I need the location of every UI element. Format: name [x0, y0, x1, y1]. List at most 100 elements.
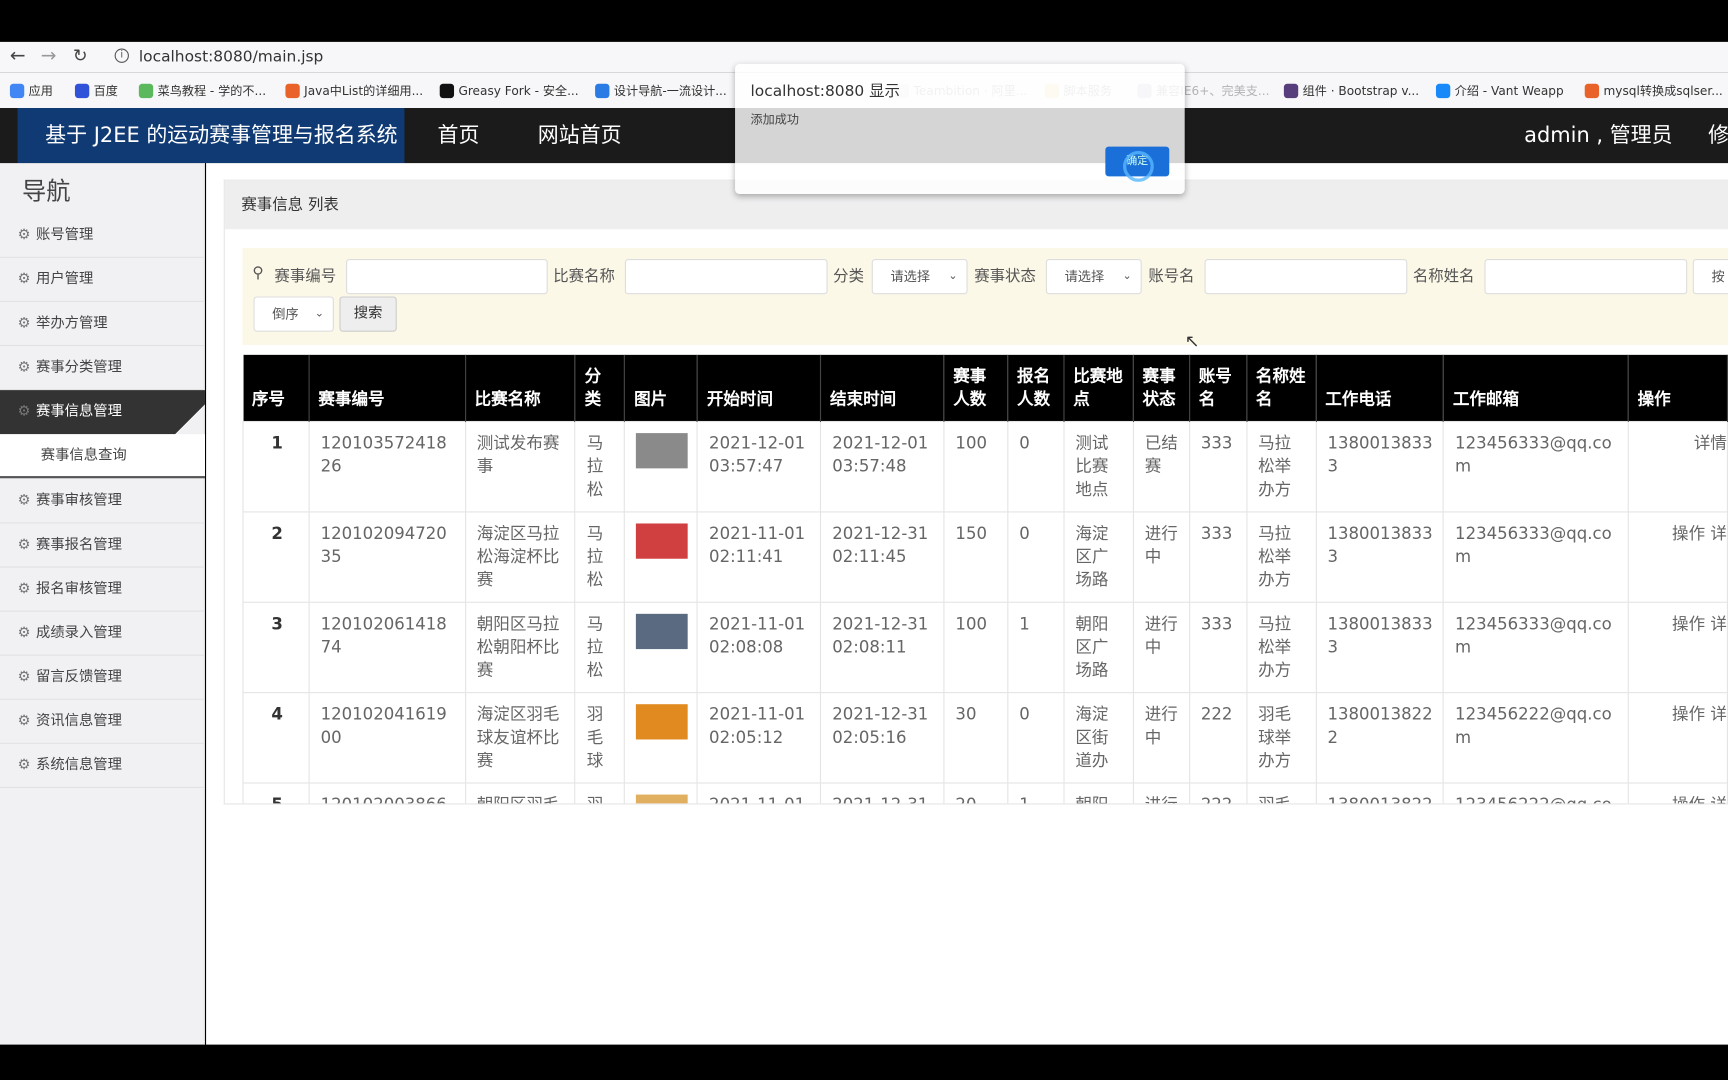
address-bar[interactable]: localhost:8080/main.jsp [139, 48, 323, 66]
bookmark-item[interactable]: 设计导航-一流设计... [595, 82, 727, 100]
table-cell[interactable]: 操作 详 [1627, 781, 1728, 804]
table-cell [624, 420, 699, 512]
apps-grid-icon [9, 83, 25, 98]
sort-field-value: 按 [1711, 268, 1725, 285]
reload-icon[interactable]: ↻ [73, 45, 88, 66]
sidebar-item[interactable]: ⚙ 赛事分类管理 [0, 346, 205, 391]
sidebar-item[interactable]: ⚙ 留言反馈管理 [0, 656, 205, 700]
table-cell: 123456333@qq.com [1442, 510, 1629, 603]
alert-dialog: localhost:8080 显示 添加成功 确定 [735, 63, 1185, 194]
table-cell: 海淀区羽毛球友谊杯比赛 [464, 691, 576, 783]
bookmark-item[interactable]: 组件 · Bootstrap v... [1283, 82, 1419, 100]
table-cell: 2021-12-31 [820, 781, 945, 804]
category-select[interactable]: 请选择 ⌄ [871, 258, 968, 295]
table-cell[interactable]: 操作 详 [1627, 601, 1728, 693]
table-cell: 0 [1007, 420, 1065, 512]
bookmark-item[interactable]: mysql转换成sqlser... [1584, 82, 1723, 100]
user-label[interactable]: admin , 管理员 [1524, 108, 1672, 163]
column-header: 操作 [1628, 354, 1728, 421]
sidebar-item[interactable]: ⚙ 赛事审核管理 [0, 479, 205, 524]
table-cell: 马拉松举办方 [1246, 510, 1317, 603]
table-cell: 2021-11-01 02:11:41 [696, 510, 822, 603]
edit-link[interactable]: 修 [1708, 108, 1728, 163]
table-cell: 13800138333 [1315, 420, 1445, 512]
bottom-bar [0, 1044, 1728, 1080]
sidebar-item-label: 赛事报名管理 [35, 536, 122, 554]
table-cell[interactable]: 详情 [1627, 420, 1728, 512]
column-header: 名称姓名 [1246, 354, 1317, 421]
table-row[interactable]: 3 12010206141874 朝阳区马拉松朝阳杯比赛 马拉松 2021-11-01 … [242, 601, 1728, 693]
table-row[interactable]: 4 12010204161900 海淀区羽毛球友谊杯比赛 羽毛球 2021-11-01 … [242, 691, 1728, 783]
gear-icon: ⚙ [17, 227, 31, 244]
sidebar-item[interactable]: ⚙ 报名审核管理 [0, 568, 205, 612]
table-cell: 测试发布赛事 [464, 420, 576, 512]
csdn-c-icon [1584, 83, 1600, 98]
label-name: 名称姓名 [1412, 267, 1475, 286]
event-thumbnail [636, 703, 689, 739]
name-input[interactable] [1484, 258, 1688, 295]
gear-icon: ⚙ [17, 713, 31, 730]
sidebar-item[interactable]: ⚙ 成绩录入管理 [0, 612, 205, 656]
event-thumbnail [636, 432, 689, 468]
events-table: 序号 赛事编号 比赛名称 分类 图片 开始时间 结束时间 赛事人数 报名人数 比赛地点 赛事状态 账号… [242, 354, 1728, 804]
table-cell: 已结赛 [1132, 420, 1190, 512]
table-cell: 13800138333 [1315, 510, 1445, 603]
table-cell: 13800138333 [1315, 601, 1445, 693]
bookmark-item[interactable]: 应用 [9, 82, 53, 100]
table-cell[interactable]: 操作 详 [1627, 510, 1728, 603]
column-header: 账号名 [1189, 354, 1248, 421]
table-cell: 海淀区马拉松海淀杯比赛 [464, 510, 576, 603]
list-panel: 赛事信息 列表 ⚲ 赛事编号 比赛名称 分类 请选择 ⌄ 赛事状态 请选择 ⌄ 账号… [223, 179, 1728, 805]
bookmark-item[interactable]: 百度 [74, 82, 118, 100]
table-cell: 马拉松举办方 [1246, 420, 1317, 512]
order-select[interactable]: 倒序 ⌄ [253, 296, 334, 332]
gear-icon: ⚙ [17, 668, 31, 686]
column-header: 比赛名称 [465, 354, 576, 421]
nav-home[interactable]: 首页 [438, 108, 480, 163]
sidebar-item[interactable]: ⚙ 资讯信息管理 [0, 700, 205, 744]
sidebar-item-label: 账号管理 [35, 227, 94, 244]
sort-field-select[interactable]: 按 [1692, 258, 1728, 295]
table-row[interactable]: 512010200386634朝阳区羽毛羽 2021-11-012021-12-3… [242, 781, 1728, 804]
sidebar-item[interactable]: ⚙ 账号管理 [0, 214, 205, 258]
bookmark-item[interactable]: Java中List的详细用... [285, 82, 423, 100]
search-button[interactable]: 搜索 [339, 296, 397, 332]
table-header: 序号 赛事编号 比赛名称 分类 图片 开始时间 结束时间 赛事人数 报名人数 比赛地点 赛事状态 账号… [242, 354, 1728, 421]
back-icon[interactable]: ← [10, 45, 26, 67]
sidebar-subitem[interactable]: 赛事信息查询 [0, 434, 205, 479]
sidebar-item-label: 举办方管理 [35, 315, 108, 332]
sidebar-item-label: 赛事分类管理 [35, 359, 122, 376]
table-row[interactable]: 2 12010209472035 海淀区马拉松海淀杯比赛 马拉松 2021-11-01 … [242, 510, 1728, 603]
sidebar-item[interactable]: ⚙ 用户管理 [0, 258, 205, 302]
sidebar-item[interactable]: ⚙ 系统信息管理 [0, 744, 205, 788]
bookmark-item[interactable]: 介绍 - Vant Weapp [1435, 82, 1564, 100]
table-cell: 20 [943, 781, 1009, 804]
table-row[interactable]: 1 12010357241826 测试发布赛事 马拉松 2021-12-01 03:57… [242, 420, 1728, 512]
table-cell: 2021-12-31 02:05:16 [820, 691, 945, 783]
sidebar-title: 导航 [22, 178, 71, 207]
info-icon[interactable]: i [114, 48, 129, 63]
bookmark-item[interactable]: Greasy Fork - 安全... [439, 82, 579, 100]
sidebar-item[interactable]: ⚙ 赛事报名管理 [0, 523, 205, 568]
sidebar-item[interactable]: ⚙ 举办方管理 [0, 302, 205, 347]
chevron-down-icon: ⌄ [1122, 269, 1132, 283]
nav-website-home[interactable]: 网站首页 [538, 108, 622, 163]
sidebar-item[interactable]: ⚙ 赛事信息管理 [0, 390, 205, 435]
table-cell: 12010204161900 [308, 691, 466, 783]
event-no-input[interactable] [346, 258, 548, 295]
table-cell: 333 [1188, 420, 1248, 512]
match-name-input[interactable] [624, 258, 828, 295]
table-cell[interactable]: 操作 详 [1627, 691, 1728, 783]
bookmark-item[interactable]: 菜鸟教程 - 学的不... [138, 82, 266, 100]
table-cell: 13800138222 [1315, 691, 1445, 783]
table-cell: 2021-11-01 02:08:08 [696, 601, 822, 693]
table-cell: 测试比赛地点 [1063, 420, 1134, 512]
table-cell: 123456333@qq.com [1442, 420, 1629, 512]
status-select[interactable]: 请选择 ⌄ [1045, 258, 1142, 295]
forward-icon[interactable]: → [41, 45, 57, 67]
sidebar-item-label: 成绩录入管理 [35, 624, 122, 642]
account-input[interactable] [1204, 258, 1408, 295]
bookmark-label: Greasy Fork - 安全... [458, 83, 579, 99]
order-select-value: 倒序 [272, 306, 299, 322]
search-icon: ⚲ [252, 264, 264, 283]
